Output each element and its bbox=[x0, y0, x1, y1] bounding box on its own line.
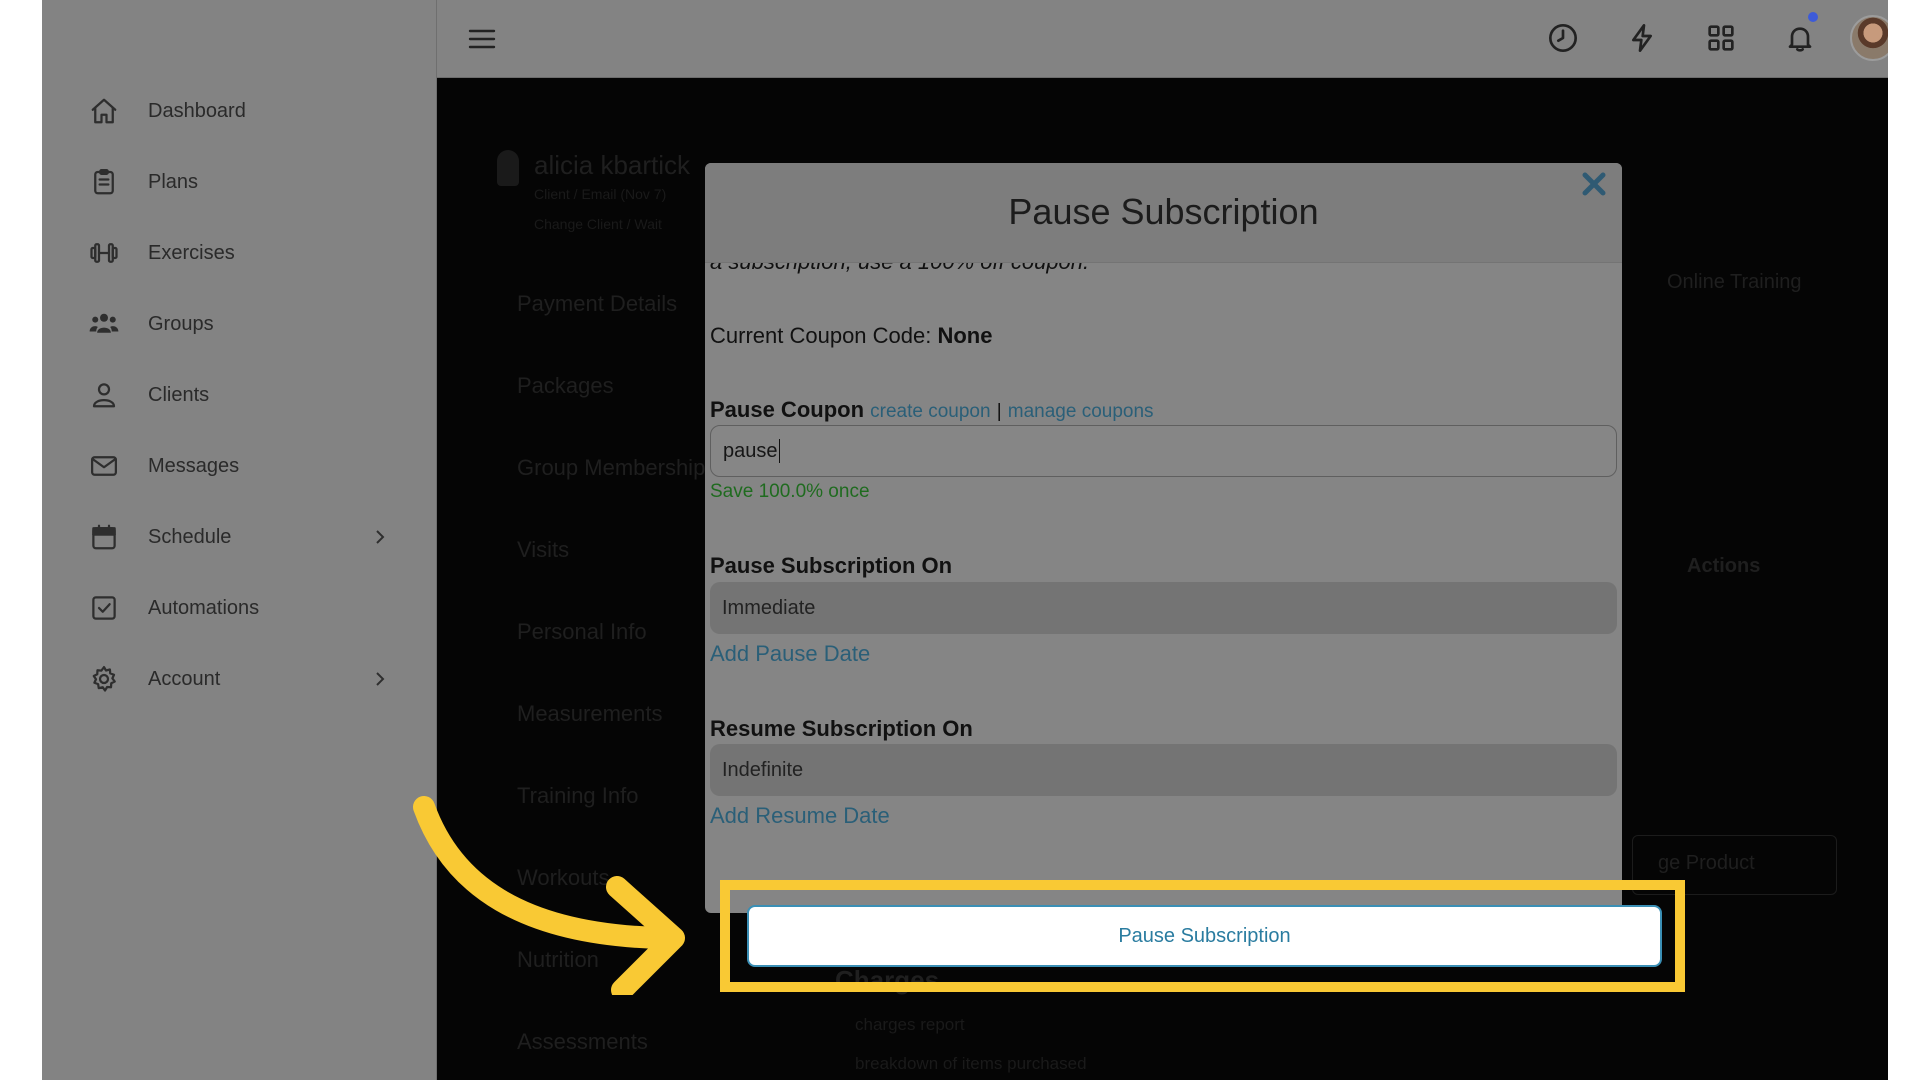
coupon-input[interactable]: pause bbox=[710, 425, 1617, 477]
coupon-savings-text: Save 100.0% once bbox=[710, 481, 870, 502]
dumbbell-icon bbox=[86, 235, 122, 271]
top-bar bbox=[437, 0, 1888, 78]
sidebar-item-label: Messages bbox=[148, 454, 240, 477]
tab-group-memberships[interactable]: Group Memberships bbox=[517, 455, 716, 481]
bell-icon[interactable] bbox=[1782, 12, 1818, 56]
current-coupon-row: Current Coupon Code: None bbox=[710, 323, 992, 349]
text-caret bbox=[778, 439, 780, 463]
chevron-right-icon[interactable] bbox=[368, 667, 392, 691]
resume-date-value: Indefinite bbox=[722, 758, 804, 781]
sidebar-item-label: Exercises bbox=[148, 241, 235, 264]
modal-body: a subscription, use a 100% off coupon. C… bbox=[705, 163, 1622, 913]
home-icon bbox=[86, 93, 122, 129]
client-name: alicia kbartick bbox=[534, 150, 691, 180]
sidebar-item-label: Automations bbox=[148, 596, 260, 619]
clock-icon[interactable] bbox=[1545, 20, 1581, 56]
clipboard-icon bbox=[86, 164, 122, 200]
pointer-arrow-icon bbox=[413, 796, 685, 995]
current-coupon-value: None bbox=[937, 323, 993, 348]
sidebar-item-label: Plans bbox=[148, 170, 199, 193]
tab-packages[interactable]: Packages bbox=[517, 373, 614, 399]
sidebar-item-label: Account bbox=[148, 667, 221, 690]
charges-breakdown-link[interactable]: breakdown of items purchased bbox=[855, 1054, 1087, 1074]
sidebar: Dashboard Plans Exercises Groups Clients… bbox=[42, 0, 437, 1080]
notification-dot bbox=[1808, 12, 1818, 22]
sidebar-item-automations[interactable]: Automations bbox=[86, 588, 259, 628]
sidebar-item-label: Groups bbox=[148, 312, 214, 335]
sidebar-item-groups[interactable]: Groups bbox=[86, 304, 214, 344]
sidebar-item-dashboard[interactable]: Dashboard bbox=[86, 91, 246, 131]
pause-date-value: Immediate bbox=[722, 596, 816, 619]
resume-date-field[interactable]: Indefinite bbox=[710, 744, 1617, 796]
create-coupon-link[interactable]: create coupon bbox=[870, 401, 990, 422]
checkbox-icon bbox=[86, 590, 122, 626]
sidebar-item-label: Dashboard bbox=[148, 99, 246, 122]
pause-date-field[interactable]: Immediate bbox=[710, 582, 1617, 634]
app-frame: alicia kbartick Client / Email (Nov 7) C… bbox=[42, 0, 1888, 1080]
tab-measurements[interactable]: Measurements bbox=[517, 701, 663, 727]
gear-icon bbox=[86, 661, 122, 697]
charges-report-link[interactable]: charges report bbox=[855, 1015, 965, 1035]
pause-coupon-label: Pause Coupon bbox=[710, 397, 865, 422]
online-training-label: Online Training bbox=[1667, 271, 1802, 293]
tab-assessments[interactable]: Assessments bbox=[517, 1029, 648, 1055]
sidebar-item-label: Schedule bbox=[148, 525, 232, 548]
resume-on-label: Resume Subscription On bbox=[710, 716, 973, 741]
link-separator: | bbox=[996, 401, 1002, 422]
modal-header: Pause Subscription bbox=[705, 163, 1622, 263]
sidebar-item-label: Clients bbox=[148, 383, 210, 406]
add-pause-date-link[interactable]: Add Pause Date bbox=[710, 641, 870, 667]
manage-coupons-link[interactable]: manage coupons bbox=[1008, 401, 1154, 422]
pause-subscription-button[interactable]: Pause Subscription bbox=[747, 905, 1662, 967]
sidebar-item-clients[interactable]: Clients bbox=[86, 375, 209, 415]
sidebar-item-plans[interactable]: Plans bbox=[86, 162, 198, 202]
close-icon[interactable] bbox=[1581, 171, 1607, 197]
pause-subscription-modal: a subscription, use a 100% off coupon. C… bbox=[705, 163, 1622, 913]
sidebar-item-account[interactable]: Account bbox=[86, 659, 406, 699]
user-icon bbox=[86, 377, 122, 413]
client-sub: Client / Email (Nov 7) bbox=[534, 186, 667, 202]
add-resume-date-link[interactable]: Add Resume Date bbox=[710, 803, 890, 829]
pause-on-label: Pause Subscription On bbox=[710, 553, 953, 578]
lightning-icon[interactable] bbox=[1624, 20, 1660, 56]
tab-personal-info[interactable]: Personal Info bbox=[517, 619, 647, 645]
actions-header: Actions bbox=[1687, 555, 1761, 577]
sidebar-item-messages[interactable]: Messages bbox=[86, 446, 239, 486]
current-coupon-label: Current Coupon Code: bbox=[710, 323, 932, 348]
chevron-right-icon[interactable] bbox=[368, 525, 392, 549]
users-icon bbox=[86, 306, 122, 342]
client-avatar bbox=[497, 150, 519, 186]
envelope-icon bbox=[86, 448, 122, 484]
menu-icon[interactable] bbox=[467, 24, 497, 54]
coupon-input-value: pause bbox=[723, 439, 778, 462]
tab-visits[interactable]: Visits bbox=[517, 537, 569, 563]
sidebar-item-schedule[interactable]: Schedule bbox=[86, 517, 406, 557]
tab-payment-details[interactable]: Payment Details bbox=[517, 291, 677, 317]
client-sub-link: Change Client / Wait bbox=[534, 216, 662, 232]
calendar-icon bbox=[86, 519, 122, 555]
pause-coupon-row: Pause Coupon create coupon | manage coup… bbox=[710, 397, 1154, 423]
modal-title: Pause Subscription bbox=[1008, 191, 1319, 232]
sidebar-item-exercises[interactable]: Exercises bbox=[86, 233, 235, 273]
grid-icon[interactable] bbox=[1703, 20, 1739, 56]
avatar[interactable] bbox=[1850, 15, 1888, 61]
